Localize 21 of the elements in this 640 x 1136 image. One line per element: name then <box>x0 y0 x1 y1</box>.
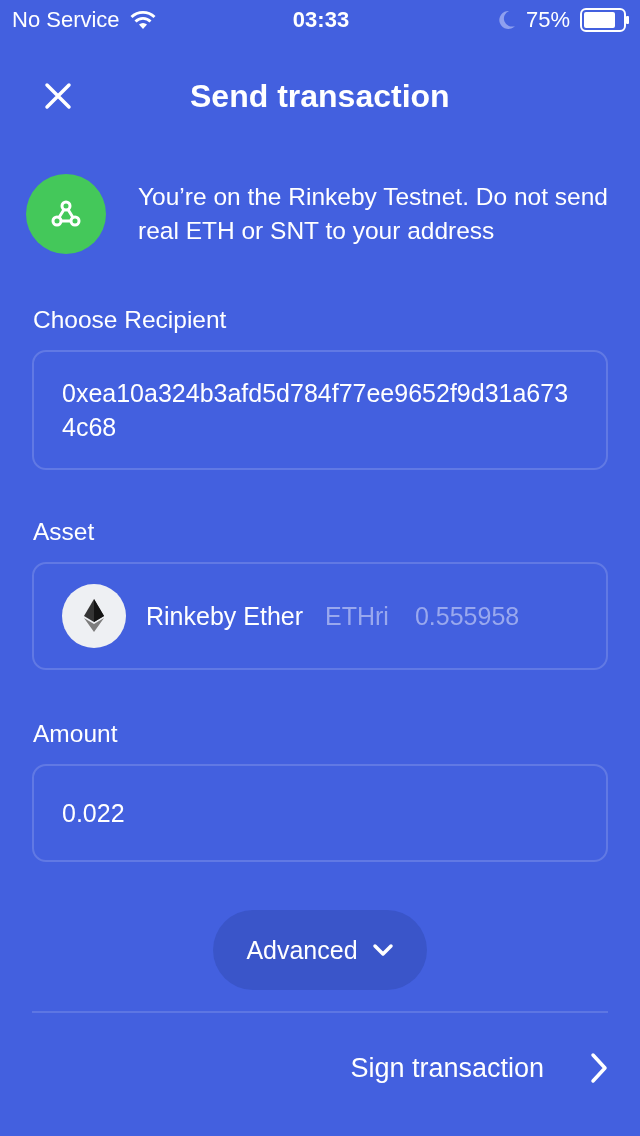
carrier-label: No Service <box>12 7 120 33</box>
moon-icon <box>497 10 516 30</box>
testnet-warning: You’re on the Rinkeby Testnet. Do not send real ETH or SNT to your address <box>138 182 609 246</box>
close-button[interactable] <box>44 82 72 110</box>
advanced-button[interactable]: Advanced <box>213 910 427 990</box>
field-label: Choose Recipient <box>33 306 227 334</box>
screen-title: Send transaction <box>190 77 450 115</box>
chevron-icon <box>371 943 394 957</box>
amount-field[interactable]: 0.022 <box>32 764 608 862</box>
clock-time: 03:33 <box>291 7 351 33</box>
network-icon <box>26 174 106 254</box>
ether-icon <box>62 584 126 648</box>
battery-percentage: 75% <box>525 7 570 33</box>
recipient-field[interactable]: 0xea10a324b3afd5d784f77ee9652f9d31a6734c68 <box>32 350 608 470</box>
wifi-icon <box>129 10 156 30</box>
sign-transaction-button[interactable]: Sign transaction <box>350 1035 608 1101</box>
chevron-right-icon <box>590 1052 608 1084</box>
battery-icon <box>580 8 630 32</box>
asset-selector[interactable]: Rinkeby Ether ETHri 0.555958 <box>32 562 608 670</box>
field-label: Amount <box>33 720 118 748</box>
field-label: Asset <box>33 518 95 546</box>
